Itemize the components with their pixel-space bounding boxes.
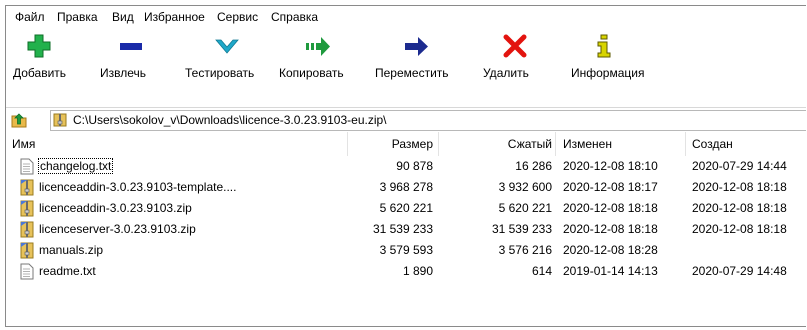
move-button[interactable]: Переместить <box>375 32 465 98</box>
menu-file[interactable]: Файл <box>15 9 45 25</box>
file-packed-size: 5 620 221 <box>498 201 552 215</box>
column-header-modified[interactable]: Изменен <box>563 132 612 156</box>
file-created: 2020-07-29 14:48 <box>692 264 787 278</box>
checkmark-icon <box>215 39 239 54</box>
column-divider[interactable] <box>555 132 556 156</box>
address-path: C:\Users\sokolov_v\Downloads\licence-3.0… <box>73 113 387 127</box>
app-window: Файл Правка Вид Избранное Сервис Справка… <box>5 5 806 327</box>
column-header-size[interactable]: Размер <box>349 132 433 156</box>
file-packed-size: 16 286 <box>515 159 552 173</box>
file-name: readme.txt <box>39 264 96 278</box>
file-created: 2020-12-08 18:18 <box>692 222 787 236</box>
address-field[interactable]: C:\Users\sokolov_v\Downloads\licence-3.0… <box>50 110 806 131</box>
file-list: Имя Размер Сжатый Изменен Создан changel… <box>6 132 806 326</box>
menu-edit[interactable]: Правка <box>57 9 98 25</box>
minus-icon <box>120 43 142 50</box>
text-file-icon <box>20 158 34 175</box>
column-divider[interactable] <box>685 132 686 156</box>
delete-label: Удалить <box>483 66 529 80</box>
copy-label: Копировать <box>279 66 344 80</box>
table-row[interactable]: licenceserver-3.0.23.9103.zip 31 539 233… <box>6 219 806 240</box>
file-created: 2020-07-29 14:44 <box>692 159 787 173</box>
file-packed-size: 3 576 216 <box>498 243 552 257</box>
file-created: 2020-12-08 18:18 <box>692 201 787 215</box>
file-size: 31 539 233 <box>372 222 433 236</box>
text-file-icon <box>20 263 34 280</box>
zip-file-icon <box>20 200 34 217</box>
table-row[interactable]: readme.txt 1 890 614 2019-01-14 14:13 20… <box>6 261 806 282</box>
file-modified: 2020-12-08 18:18 <box>563 201 658 215</box>
file-size: 3 968 278 <box>379 180 433 194</box>
file-modified: 2020-12-08 18:10 <box>563 159 658 173</box>
add-label: Добавить <box>13 66 67 80</box>
file-packed-size: 614 <box>531 264 552 278</box>
zip-archive-icon <box>53 113 67 127</box>
file-name: licenceserver-3.0.23.9103.zip <box>39 222 196 236</box>
file-modified: 2020-12-08 18:17 <box>563 180 658 194</box>
file-created: 2020-12-08 18:18 <box>692 180 787 194</box>
file-name: licenceaddin-3.0.23.9103.zip <box>39 201 192 215</box>
test-button[interactable]: Тестировать <box>185 32 271 98</box>
menu-help[interactable]: Справка <box>271 9 318 25</box>
file-size: 1 890 <box>402 264 433 278</box>
file-size: 5 620 221 <box>379 201 433 215</box>
column-header-created[interactable]: Создан <box>692 132 733 156</box>
extract-label: Извлечь <box>100 66 147 80</box>
file-name: licenceaddin-3.0.23.9103-template.... <box>39 180 237 194</box>
column-divider[interactable] <box>438 132 439 156</box>
file-size: 90 878 <box>396 159 433 173</box>
menu-favorites[interactable]: Избранное <box>144 9 205 25</box>
copy-button[interactable]: Копировать <box>279 32 365 98</box>
menu-bar: Файл Правка Вид Избранное Сервис Справка <box>6 6 806 28</box>
table-row[interactable]: changelog.txt 90 878 16 286 2020-12-08 1… <box>6 156 806 177</box>
extract-button[interactable]: Извлечь <box>100 32 156 98</box>
menu-view[interactable]: Вид <box>112 9 134 25</box>
info-button[interactable]: Информация <box>571 32 655 98</box>
file-packed-size: 31 539 233 <box>491 222 552 236</box>
file-modified: 2020-12-08 18:28 <box>563 243 658 257</box>
zip-file-icon <box>20 179 34 196</box>
file-modified: 2019-01-14 14:13 <box>563 264 658 278</box>
folder-up-icon[interactable] <box>10 111 28 129</box>
column-header-packed[interactable]: Сжатый <box>440 132 552 156</box>
file-size: 3 579 593 <box>379 243 433 257</box>
list-header: Имя Размер Сжатый Изменен Создан <box>6 132 806 156</box>
info-label: Информация <box>571 66 645 80</box>
test-label: Тестировать <box>185 66 255 80</box>
table-row[interactable]: licenceaddin-3.0.23.9103.zip 5 620 221 5… <box>6 198 806 219</box>
file-name: manuals.zip <box>39 243 104 257</box>
column-divider[interactable] <box>347 132 348 156</box>
move-arrow-icon <box>405 37 428 56</box>
menu-tools[interactable]: Сервис <box>217 9 258 25</box>
add-icon <box>27 34 51 58</box>
delete-button[interactable]: Удалить <box>483 32 541 98</box>
table-row[interactable]: manuals.zip 3 579 593 3 576 216 2020-12-… <box>6 240 806 261</box>
zip-file-icon <box>20 242 34 259</box>
file-packed-size: 3 932 600 <box>498 180 552 194</box>
delete-x-icon <box>503 34 527 58</box>
table-row[interactable]: licenceaddin-3.0.23.9103-template.... 3 … <box>6 177 806 198</box>
address-bar: C:\Users\sokolov_v\Downloads\licence-3.0… <box>6 107 806 133</box>
move-label: Переместить <box>375 66 449 80</box>
copy-arrow-icon <box>306 37 330 56</box>
add-button[interactable]: Добавить <box>13 32 73 98</box>
info-icon <box>597 34 611 58</box>
toolbar: Добавить Извлечь Тестировать Копировать <box>6 28 806 106</box>
column-header-name[interactable]: Имя <box>12 132 35 156</box>
zip-file-icon <box>20 221 34 238</box>
file-modified: 2020-12-08 18:18 <box>563 222 658 236</box>
file-name: changelog.txt <box>37 158 114 174</box>
